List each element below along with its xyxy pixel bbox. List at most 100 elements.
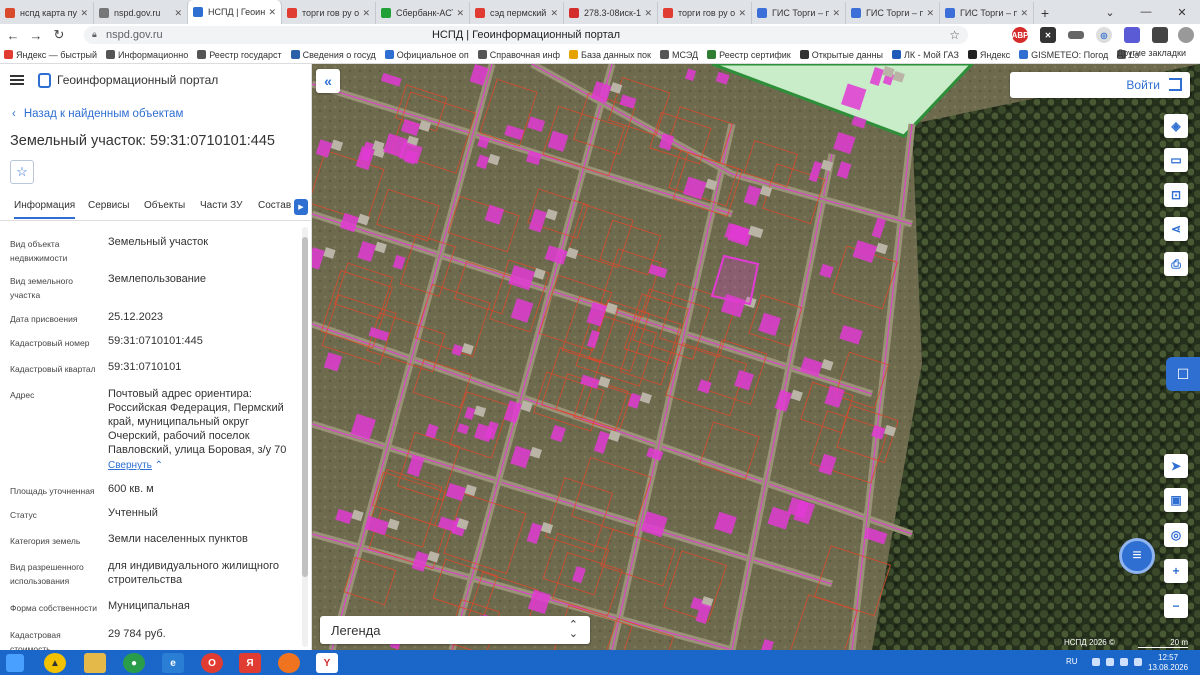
field-value: 29 784 руб. [108, 628, 166, 640]
help-chat-tab-icon[interactable]: ☐ [1166, 357, 1200, 391]
panel-scrollbar[interactable] [302, 227, 308, 647]
app-launcher-icon[interactable]: ▲ [44, 653, 66, 673]
tabs-scroll-right-icon[interactable]: ▶ [294, 199, 308, 215]
scrollbar-thumb[interactable] [302, 237, 308, 577]
tab-close-icon[interactable]: ✕ [550, 8, 558, 19]
bookmark-item[interactable]: МСЭД [659, 50, 698, 60]
yandex-browser-icon[interactable]: Y [316, 653, 338, 673]
bookmark-item[interactable]: Официальное оп [384, 50, 469, 60]
firefox-browser-icon[interactable] [278, 653, 300, 673]
back-to-results-link[interactable]: ‹ Назад к найденным объектам [12, 108, 183, 120]
volume-icon[interactable] [1134, 658, 1142, 666]
portal-logo-icon [38, 73, 51, 88]
browser-tab[interactable]: торги гов ру офи✕ [282, 2, 376, 24]
bookmark-item[interactable]: Информационно [106, 50, 188, 60]
collapse-address-link[interactable]: Свернуть ⌃ [108, 460, 163, 471]
login-button[interactable]: Войти [1010, 72, 1190, 98]
adblock-extension-icon[interactable]: ABP [1012, 27, 1028, 43]
bookmark-item[interactable]: База данных пок [569, 50, 651, 60]
forward-arrow-icon[interactable]: → [26, 25, 46, 45]
locate-pin-icon[interactable]: ◎ [1164, 523, 1188, 547]
satellite-map[interactable] [312, 64, 1200, 650]
tab-close-icon[interactable]: ✕ [926, 8, 934, 19]
tray-icon[interactable] [1092, 658, 1100, 666]
browser-tab[interactable]: ГИС Торги – про✕ [846, 2, 940, 24]
file-explorer-icon[interactable] [84, 653, 106, 673]
share-icon[interactable]: ⋖ [1164, 217, 1188, 241]
browser-tab[interactable]: НСПД | Геоинф✕ [188, 0, 282, 24]
tab-services[interactable]: Сервисы [88, 200, 129, 211]
navigate-arrow-icon[interactable]: ➤ [1164, 454, 1188, 478]
input-language[interactable]: RU [1066, 657, 1078, 666]
opera-browser-icon[interactable]: O [201, 653, 223, 673]
tab-close-icon[interactable]: ✕ [80, 8, 88, 19]
ruler-icon[interactable]: ▭ [1164, 148, 1188, 172]
tab-close-icon[interactable]: ✕ [738, 8, 746, 19]
map-view[interactable]: « Войти ◈ ▭ ⊡ ⋖ ⎙ ☐ ➤ ▣ ◎ ≡ + − Легенда … [312, 64, 1200, 650]
tab-close-icon[interactable]: ✕ [174, 8, 182, 19]
window-minimize-icon[interactable]: — [1128, 0, 1164, 24]
collapse-panel-button[interactable]: « [316, 69, 340, 93]
tab-label: Сбербанк-АСТ - [396, 8, 454, 18]
browser-tab[interactable]: ГИС Торги – про✕ [940, 2, 1034, 24]
start-button-icon[interactable] [6, 654, 24, 672]
extension-icon[interactable] [1124, 27, 1140, 43]
select-area-icon[interactable]: ⊡ [1164, 183, 1188, 207]
window-close-icon[interactable]: ✕ [1164, 0, 1200, 24]
tab-information[interactable]: Информация [14, 200, 76, 219]
browser-tab[interactable]: сэд пермский кр✕ [470, 2, 564, 24]
tab-close-icon[interactable]: ✕ [456, 8, 464, 19]
bookmark-item[interactable]: Яндекс [967, 50, 1010, 60]
browser-tab[interactable]: торги гов ру офи✕ [658, 2, 752, 24]
browser-tab[interactable]: нспд карта публи✕ [0, 2, 94, 24]
tab-close-icon[interactable]: ✕ [644, 8, 652, 19]
extension-icon[interactable] [1068, 31, 1084, 39]
profile-avatar-icon[interactable] [1178, 27, 1194, 43]
other-bookmarks-folder[interactable]: Другие закладки [1117, 48, 1186, 58]
chat-bubble-icon[interactable]: ≡ [1119, 538, 1155, 574]
zoom-in-icon[interactable]: + [1164, 559, 1188, 583]
window-collapse-icon[interactable]: ⌄ [1092, 0, 1128, 24]
extension-icon[interactable]: ✕ [1040, 27, 1056, 43]
system-clock[interactable]: 12:57 13.08.2026 [1148, 653, 1188, 673]
tab-close-icon[interactable]: ✕ [268, 7, 276, 18]
new-tab-icon[interactable]: + [1034, 2, 1056, 24]
tab-close-icon[interactable]: ✕ [832, 8, 840, 19]
tab-close-icon[interactable]: ✕ [1020, 8, 1028, 19]
bookmark-star-icon[interactable]: ☆ [949, 28, 960, 42]
bookmark-favicon-icon [106, 50, 116, 59]
layers-icon[interactable]: ◈ [1164, 114, 1188, 138]
favorite-star-button[interactable]: ☆ [10, 160, 34, 184]
map-view-toggle-icon[interactable]: ▣ [1164, 488, 1188, 512]
tab-parts[interactable]: Части ЗУ [200, 200, 242, 211]
browser-tab[interactable]: nspd.gov.ru ✕ [94, 2, 188, 24]
tray-icon[interactable] [1106, 658, 1114, 666]
bookmark-item[interactable]: Сведения о госуд [290, 50, 376, 60]
print-icon[interactable]: ⎙ [1164, 252, 1188, 276]
bookmark-item[interactable]: Реестр сертифик [707, 50, 791, 60]
reload-icon[interactable]: ↻ [49, 25, 69, 45]
bookmark-item[interactable]: Яндекс — быстрый [4, 50, 97, 60]
tab-objects[interactable]: Объекты [144, 200, 185, 211]
bookmark-item[interactable]: GISMETEO: Погод [1019, 50, 1108, 60]
chrome-browser-icon[interactable]: ● [123, 653, 145, 673]
menu-hamburger-icon[interactable] [10, 75, 24, 85]
browser-tab[interactable]: Сбербанк-АСТ -✕ [376, 2, 470, 24]
internet-explorer-icon[interactable]: e [162, 653, 184, 673]
browser-tab[interactable]: 278.3-08иск-138✕ [564, 2, 658, 24]
tray-icon[interactable] [1120, 658, 1128, 666]
bookmark-item[interactable]: ЛК - Мой ГАЗ [892, 50, 959, 60]
tab-composition[interactable]: Состав [258, 200, 291, 211]
address-bar[interactable]: 🔒︎ nspd.gov.ru НСПД | Геоинформационный … [84, 26, 968, 44]
browser-tab[interactable]: ГИС Торги – про✕ [752, 2, 846, 24]
bookmark-item[interactable]: Реестр государст [197, 50, 282, 60]
legend-dropdown[interactable]: Легенда ⌃ ⌄ [320, 616, 590, 644]
zoom-out-icon[interactable]: − [1164, 594, 1188, 618]
bookmark-item[interactable]: Справочная инф [477, 50, 560, 60]
back-arrow-icon[interactable]: ← [3, 25, 23, 45]
extension-icon[interactable]: ◎ [1096, 27, 1112, 43]
yandex-icon[interactable]: Я [239, 653, 261, 673]
puzzle-extensions-icon[interactable] [1152, 27, 1168, 43]
bookmark-item[interactable]: Открытые данны [799, 50, 883, 60]
tab-close-icon[interactable]: ✕ [362, 8, 370, 19]
